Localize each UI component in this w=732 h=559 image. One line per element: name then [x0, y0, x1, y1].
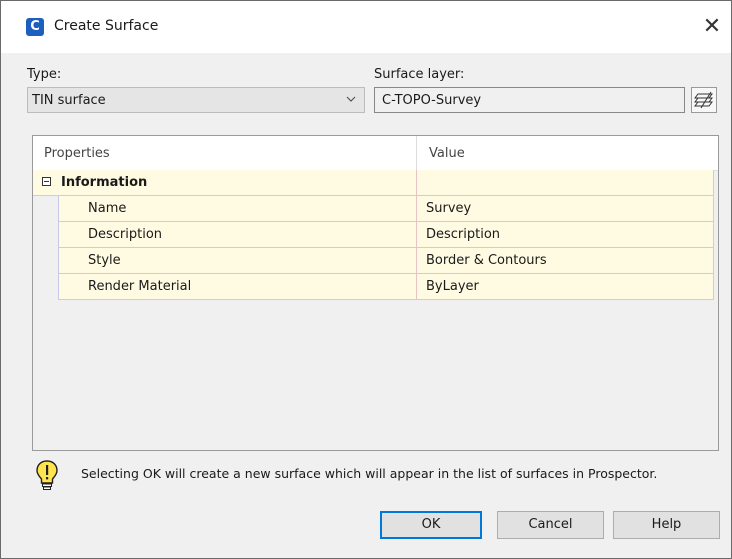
- title-bar: C Create Surface ✕: [1, 1, 731, 53]
- cancel-button[interactable]: Cancel: [497, 511, 604, 539]
- group-label-cell: Information: [33, 170, 416, 196]
- chevron-down-icon: [346, 96, 356, 102]
- property-value-cell[interactable]: ByLayer: [416, 274, 714, 300]
- select-layer-button[interactable]: [691, 87, 717, 113]
- ok-button[interactable]: OK: [380, 511, 482, 539]
- group-value-cell: [416, 170, 714, 196]
- create-surface-dialog: C Create Surface ✕ Type: TIN surface Sur…: [0, 0, 732, 559]
- close-button[interactable]: ✕: [697, 9, 727, 45]
- property-name-cell: Description: [58, 222, 416, 248]
- type-selected-value: TIN surface: [32, 93, 106, 108]
- dialog-title: Create Surface: [54, 18, 159, 34]
- property-name-cell: Style: [58, 248, 416, 274]
- group-label: Information: [61, 175, 148, 190]
- info-message: Selecting OK will create a new surface w…: [81, 466, 658, 481]
- layers-icon: [694, 91, 713, 109]
- property-name-cell: Render Material: [58, 274, 416, 300]
- column-divider[interactable]: [416, 136, 417, 170]
- surface-layer-value: C-TOPO-Survey: [382, 93, 482, 108]
- help-button[interactable]: Help: [613, 511, 720, 539]
- table-row[interactable]: Style Border & Contours: [33, 248, 718, 274]
- table-row[interactable]: Description Description: [33, 222, 718, 248]
- value-column-header: Value: [429, 146, 465, 161]
- app-logo-icon: C: [26, 18, 44, 36]
- close-icon: ✕: [702, 14, 722, 39]
- property-value-cell[interactable]: Description: [416, 222, 714, 248]
- lightbulb-icon: [36, 460, 58, 490]
- group-row-information[interactable]: Information: [33, 170, 718, 196]
- properties-grid: Properties Value Information Name Survey…: [32, 135, 719, 451]
- properties-column-header: Properties: [44, 146, 110, 161]
- grid-header: Properties Value: [33, 136, 718, 171]
- property-value-cell[interactable]: Border & Contours: [416, 248, 714, 274]
- table-row[interactable]: Render Material ByLayer: [33, 274, 718, 300]
- type-dropdown[interactable]: TIN surface: [27, 87, 365, 113]
- property-value-cell[interactable]: Survey: [416, 196, 714, 222]
- surface-layer-label: Surface layer:: [374, 67, 465, 82]
- surface-layer-field[interactable]: C-TOPO-Survey: [374, 87, 685, 113]
- type-label: Type:: [27, 67, 62, 82]
- collapse-icon[interactable]: [42, 177, 51, 186]
- property-name-cell: Name: [58, 196, 416, 222]
- table-row[interactable]: Name Survey: [33, 196, 718, 222]
